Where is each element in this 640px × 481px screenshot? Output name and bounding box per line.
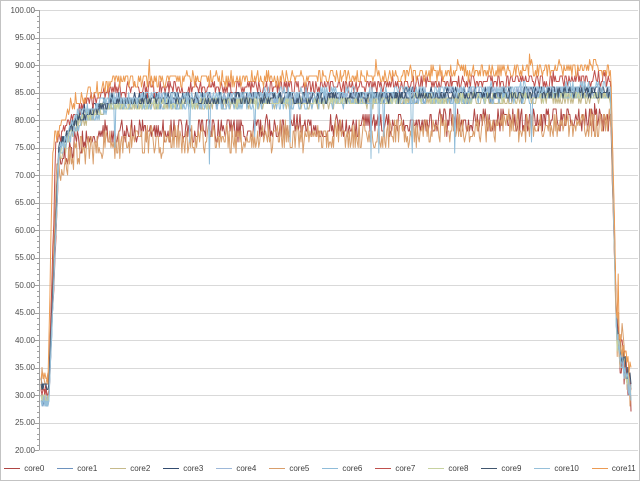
legend-line-sample — [163, 468, 179, 469]
legend-item-core9: core9 — [481, 464, 521, 473]
y-tick-label: 25.00 — [1, 418, 35, 427]
legend-line-sample — [269, 468, 285, 469]
legend-label: core0 — [24, 464, 44, 473]
legend-item-core0: core0 — [4, 464, 44, 473]
legend-label: core9 — [501, 464, 521, 473]
series-line-core1 — [41, 93, 631, 407]
series-line-core5 — [41, 109, 631, 406]
legend-label: core5 — [289, 464, 309, 473]
y-tick-label: 60.00 — [1, 226, 35, 235]
legend-item-core1: core1 — [57, 464, 97, 473]
y-tick-label: 100.00 — [1, 6, 35, 15]
y-tick-label: 50.00 — [1, 281, 35, 290]
legend-label: core4 — [236, 464, 256, 473]
series-line-core2 — [41, 93, 631, 401]
legend-label: core11 — [612, 464, 636, 473]
legend-label: core6 — [342, 464, 362, 473]
legend-line-sample — [57, 468, 73, 469]
legend-line-sample — [4, 468, 20, 469]
legend-line-sample — [216, 468, 232, 469]
legend-item-core4: core4 — [216, 464, 256, 473]
y-tick-label: 40.00 — [1, 336, 35, 345]
legend-line-sample — [110, 468, 126, 469]
legend-line-sample — [534, 468, 550, 469]
legend-item-core7: core7 — [375, 464, 415, 473]
legend-item-core6: core6 — [322, 464, 362, 473]
legend-item-core11: core11 — [592, 464, 636, 473]
legend-label: core10 — [554, 464, 578, 473]
series-line-core8 — [41, 93, 631, 401]
legend-line-sample — [428, 468, 444, 469]
chart-legend: core0 core1 core2 core3 core4 core5 core6 core7… — [1, 464, 639, 473]
chart-plot-area — [1, 1, 640, 481]
y-tick-label: 80.00 — [1, 116, 35, 125]
legend-line-sample — [592, 468, 608, 469]
legend-line-sample — [481, 468, 497, 469]
y-tick-label: 70.00 — [1, 171, 35, 180]
legend-label: core3 — [183, 464, 203, 473]
legend-line-sample — [322, 468, 338, 469]
legend-label: core2 — [130, 464, 150, 473]
y-tick-label: 45.00 — [1, 308, 35, 317]
y-tick-label: 90.00 — [1, 61, 35, 70]
legend-item-core8: core8 — [428, 464, 468, 473]
legend-item-core2: core2 — [110, 464, 150, 473]
temperature-chart: 100.00 95.00 90.00 85.00 80.00 75.00 70.00 65.0… — [0, 0, 640, 481]
legend-line-sample — [375, 468, 391, 469]
series-line-core6 — [41, 93, 631, 407]
y-tick-label: 35.00 — [1, 363, 35, 372]
legend-label: core1 — [77, 464, 97, 473]
y-tick-label: 75.00 — [1, 143, 35, 152]
y-tick-label: 85.00 — [1, 88, 35, 97]
legend-item-core3: core3 — [163, 464, 203, 473]
y-tick-label: 30.00 — [1, 391, 35, 400]
y-tick-label: 20.00 — [1, 446, 35, 455]
y-tick-label: 65.00 — [1, 198, 35, 207]
legend-label: core7 — [395, 464, 415, 473]
y-tick-label: 95.00 — [1, 33, 35, 42]
legend-item-core5: core5 — [269, 464, 309, 473]
legend-item-core10: core10 — [534, 464, 578, 473]
y-tick-label: 55.00 — [1, 253, 35, 262]
legend-label: core8 — [448, 464, 468, 473]
